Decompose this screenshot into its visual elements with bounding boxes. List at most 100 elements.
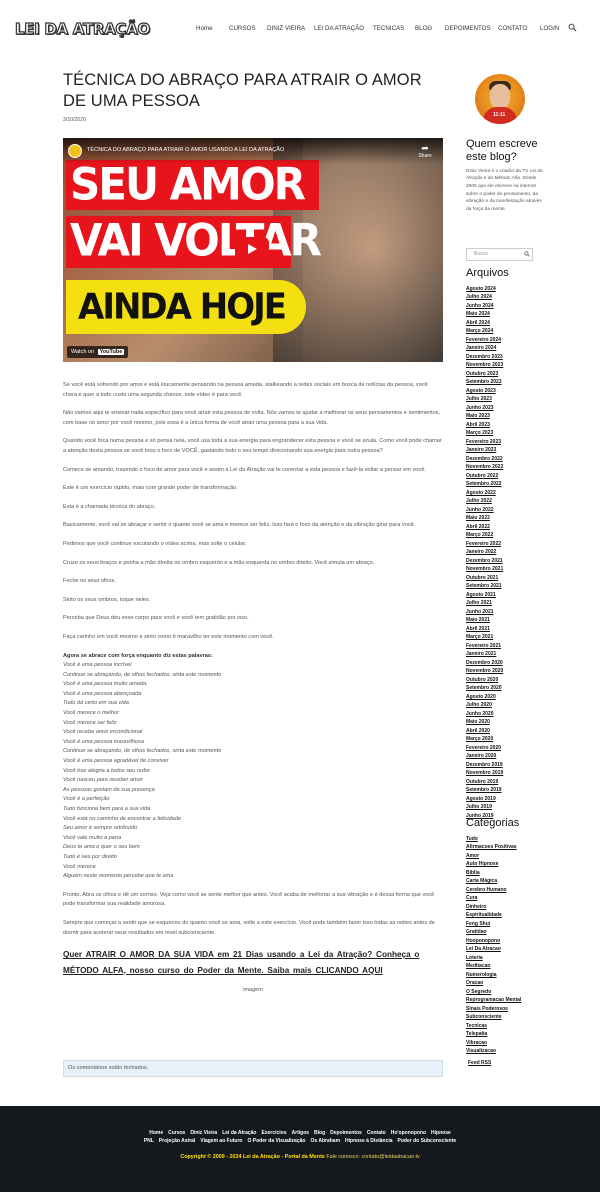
category-link[interactable]: Cerebro Humano (466, 886, 546, 895)
archive-link[interactable]: Fevereiro 2022 (466, 540, 546, 549)
archive-link[interactable]: Março 2020 (466, 735, 546, 744)
footer-link[interactable]: Cursos (168, 1130, 185, 1136)
category-link[interactable]: Numerologia (466, 971, 546, 980)
category-link[interactable]: Cura (466, 894, 546, 903)
search-icon[interactable] (524, 251, 530, 257)
footer-link[interactable]: Exercícios (262, 1130, 287, 1136)
archive-link[interactable]: Novembro 2022 (466, 463, 546, 472)
category-link[interactable]: Lei Da Atracao (466, 945, 546, 954)
archive-link[interactable]: Julho 2022 (466, 497, 546, 506)
archive-link[interactable]: Agosto 2020 (466, 693, 546, 702)
footer-link[interactable]: Ho'oponopono (391, 1130, 426, 1136)
archive-link[interactable]: Fevereiro 2024 (466, 336, 546, 345)
contact-email[interactable]: Fale conosco: contato@leidaatracao.tv (326, 1154, 419, 1160)
archive-link[interactable]: Março 2023 (466, 429, 546, 438)
archive-link[interactable]: Novembro 2020 (466, 667, 546, 676)
archive-link[interactable]: Abril 2022 (466, 523, 546, 532)
category-link[interactable]: Dinheiro (466, 903, 546, 912)
category-link[interactable]: Vibracao (466, 1039, 546, 1048)
archive-link[interactable]: Maio 2023 (466, 412, 546, 421)
footer-link[interactable]: Projeção Astral (159, 1138, 196, 1144)
archive-link[interactable]: Outubro 2023 (466, 370, 546, 379)
play-button[interactable] (235, 237, 269, 261)
site-logo[interactable]: LEI DA ATRAÇÃO (14, 19, 150, 38)
archive-link[interactable]: Outubro 2021 (466, 574, 546, 583)
archive-link[interactable]: Setembro 2019 (466, 786, 546, 795)
archive-link[interactable]: Agosto 2021 (466, 591, 546, 600)
category-link[interactable]: Subconsciente (466, 1013, 546, 1022)
archive-link[interactable]: Maio 2022 (466, 514, 546, 523)
category-link[interactable]: Amor (466, 852, 546, 861)
category-link[interactable]: Tudo (466, 835, 546, 844)
archive-link[interactable]: Agosto 2019 (466, 795, 546, 804)
archive-link[interactable]: Abril 2024 (466, 319, 546, 328)
archive-link[interactable]: Dezembro 2023 (466, 353, 546, 362)
archive-link[interactable]: Dezembro 2020 (466, 659, 546, 668)
footer-link[interactable]: O Poder da Visualização (247, 1138, 305, 1144)
archive-link[interactable]: Maio 2020 (466, 718, 546, 727)
archive-link[interactable]: Julho 2024 (466, 293, 546, 302)
archive-link[interactable]: Maio 2021 (466, 616, 546, 625)
archive-link[interactable]: Janeiro 2021 (466, 650, 546, 659)
search-icon[interactable] (568, 23, 577, 32)
archive-link[interactable]: Novembro 2023 (466, 361, 546, 370)
archive-link[interactable]: Junho 2020 (466, 710, 546, 719)
footer-link[interactable]: Hipnose (431, 1130, 451, 1136)
nav-cursos[interactable]: CURSOS (229, 25, 255, 32)
archive-link[interactable]: Setembro 2020 (466, 684, 546, 693)
category-link[interactable]: Oracao (466, 979, 546, 988)
archive-link[interactable]: Junho 2023 (466, 404, 546, 413)
archive-link[interactable]: Janeiro 2024 (466, 344, 546, 353)
category-link[interactable]: Carta Mágica (466, 877, 546, 886)
archive-link[interactable]: Setembro 2022 (466, 480, 546, 489)
youtube-video-embed[interactable]: SEU AMOR VAI VOLTAR AINDA HOJE TÉCNICA D… (63, 138, 443, 362)
search-input[interactable]: Busca (466, 248, 533, 261)
archive-link[interactable]: Outubro 2022 (466, 472, 546, 481)
category-link[interactable]: Bíblia (466, 869, 546, 878)
category-link[interactable]: Sinais Poderosos (466, 1005, 546, 1014)
footer-link[interactable]: Artigos (292, 1130, 310, 1136)
category-link[interactable]: Hooponopono (466, 937, 546, 946)
category-link[interactable]: Meditacao (466, 962, 546, 971)
category-link[interactable]: Loteria (466, 954, 546, 963)
archive-link[interactable]: Julho 2021 (466, 599, 546, 608)
nav-tecnicas[interactable]: TECNICAS (373, 25, 404, 32)
category-link[interactable]: Reprogramacao Mental (466, 996, 546, 1005)
archive-link[interactable]: Fevereiro 2021 (466, 642, 546, 651)
metodo-alfa-link[interactable]: Quer ATRAIR O AMOR DA SUA VIDA em 21 Dia… (63, 947, 443, 978)
archive-link[interactable]: Julho 2020 (466, 701, 546, 710)
archive-link[interactable]: Julho 2023 (466, 395, 546, 404)
nav-diniz-vieira[interactable]: DINIZ VIEIRA (267, 25, 305, 32)
archive-link[interactable]: Fevereiro 2023 (466, 438, 546, 447)
category-link[interactable]: Auto Hipnose (466, 860, 546, 869)
rss-feed-link[interactable]: Feed RSS (468, 1059, 546, 1068)
category-link[interactable]: Visualizacao (466, 1047, 546, 1056)
archive-link[interactable]: Abril 2023 (466, 421, 546, 430)
nav-login[interactable]: LOGIN (540, 25, 559, 32)
footer-link[interactable]: Diniz Vieira (190, 1130, 217, 1136)
archive-link[interactable]: Outubro 2019 (466, 778, 546, 787)
archive-link[interactable]: Setembro 2021 (466, 582, 546, 591)
archive-link[interactable]: Novembro 2019 (466, 769, 546, 778)
archive-link[interactable]: Janeiro 2023 (466, 446, 546, 455)
category-link[interactable]: Feng Shui (466, 920, 546, 929)
category-link[interactable]: Telepatia (466, 1030, 546, 1039)
archive-link[interactable]: Julho 2019 (466, 803, 546, 812)
nav-depoimentos[interactable]: DEPOIMENTOS (445, 25, 491, 32)
archive-link[interactable]: Junho 2021 (466, 608, 546, 617)
category-link[interactable]: Gratidao (466, 928, 546, 937)
footer-link[interactable]: Lei da Atração (222, 1130, 256, 1136)
archive-link[interactable]: Dezembro 2022 (466, 455, 546, 464)
archive-link[interactable]: Abril 2020 (466, 727, 546, 736)
archive-link[interactable]: Agosto 2023 (466, 387, 546, 396)
footer-link[interactable]: Viagem ao Futuro (200, 1138, 242, 1144)
share-button[interactable]: ➦ Share (417, 143, 433, 159)
category-link[interactable]: Tecnicas (466, 1022, 546, 1031)
archive-link[interactable]: Janeiro 2020 (466, 752, 546, 761)
footer-link[interactable]: Contato (367, 1130, 386, 1136)
archive-link[interactable]: Março 2021 (466, 633, 546, 642)
archive-link[interactable]: Outubro 2020 (466, 676, 546, 685)
archive-link[interactable]: Agosto 2022 (466, 489, 546, 498)
archive-link[interactable]: Fevereiro 2020 (466, 744, 546, 753)
nav-home[interactable]: Home (196, 25, 213, 32)
